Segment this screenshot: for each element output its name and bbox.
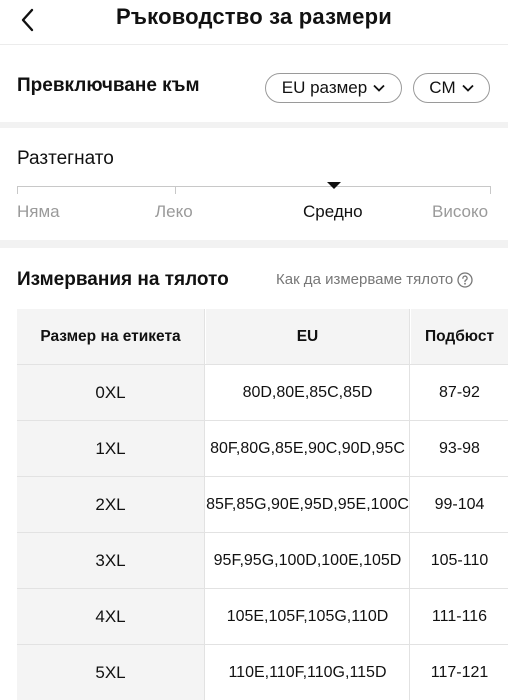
unit-value: CM bbox=[429, 78, 456, 97]
header-eu: EU bbox=[206, 309, 410, 364]
cell-label-size: 3XL bbox=[17, 533, 205, 588]
cell-eu: 105E,105F,105G,110D bbox=[206, 589, 410, 644]
stretch-option-high[interactable]: Високо bbox=[432, 202, 488, 222]
stretch-scale-line bbox=[17, 186, 491, 187]
table-header-row: Размер на етикета EU Подбюст bbox=[17, 309, 508, 364]
cell-underbust: 87-92 bbox=[439, 383, 480, 401]
how-to-measure-label: Как да измерваме тялото bbox=[276, 271, 454, 288]
stretch-title: Разтегнато bbox=[17, 148, 114, 169]
table-row: 1XL 80F,80G,85E,90C,90D,95C 93-98 bbox=[17, 421, 508, 476]
stretch-option-light[interactable]: Леко bbox=[155, 202, 193, 222]
unit-dropdown[interactable]: CM bbox=[413, 73, 490, 103]
cell-underbust: 93-98 bbox=[439, 439, 480, 457]
switch-label: Превключване към bbox=[17, 75, 200, 96]
cell-label-size: 4XL bbox=[17, 589, 205, 644]
cell-label-size: 1XL bbox=[17, 421, 205, 476]
size-system-value: EU размер bbox=[281, 78, 368, 97]
size-table: Размер на етикета EU Подбюст 0XL 80D,80E… bbox=[17, 309, 508, 700]
chevron-down-icon bbox=[373, 84, 385, 92]
header-bar: Ръководство за размери bbox=[0, 0, 508, 44]
measurements-section: Измервания на тялото Как да измерваме тя… bbox=[0, 248, 508, 308]
cell-eu: 80F,80G,85E,90C,90D,95C bbox=[206, 421, 410, 476]
cell-eu: 110E,110F,110G,115D bbox=[206, 645, 410, 700]
cell-label-size: 5XL bbox=[17, 645, 205, 700]
size-switch-section: Превключване към EU размер CM bbox=[0, 44, 508, 123]
table-row: 4XL 105E,105F,105G,110D 111-116 bbox=[17, 589, 508, 644]
cell-underbust: 105-110 bbox=[430, 551, 489, 569]
stretch-option-none[interactable]: Няма bbox=[17, 202, 60, 222]
stretch-section: Разтегнато Няма Леко Средно Високо bbox=[0, 128, 508, 240]
table-row: 3XL 95F,95G,100D,100E,105D 105-110 bbox=[17, 533, 508, 588]
question-circle-icon bbox=[457, 271, 473, 288]
table-row: 2XL 85F,85G,90E,95D,95E,100C 99-104 bbox=[17, 477, 508, 532]
table-row: 5XL 110E,110F,110G,115D 117-121 bbox=[17, 645, 508, 700]
cell-underbust: 117-121 bbox=[430, 663, 489, 681]
chevron-down-icon bbox=[462, 84, 474, 92]
measurements-title: Измервания на тялото bbox=[17, 269, 229, 290]
cell-eu: 80D,80E,85C,85D bbox=[206, 365, 410, 420]
scale-tick bbox=[175, 186, 176, 194]
stretch-marker-icon bbox=[327, 182, 341, 189]
cell-eu: 85F,85G,90E,95D,95E,100C bbox=[206, 477, 410, 532]
cell-label-size: 0XL bbox=[17, 365, 205, 420]
stretch-option-medium[interactable]: Средно bbox=[303, 202, 363, 222]
size-system-dropdown[interactable]: EU размер bbox=[265, 73, 402, 103]
how-to-measure-link[interactable]: Как да измерваме тялото bbox=[276, 271, 473, 288]
cell-eu: 95F,95G,100D,100E,105D bbox=[206, 533, 410, 588]
table-row: 0XL 80D,80E,85C,85D 87-92 bbox=[17, 365, 508, 420]
cell-label-size: 2XL bbox=[17, 477, 205, 532]
section-divider bbox=[0, 240, 508, 248]
page-title: Ръководство за размери bbox=[116, 4, 392, 29]
scale-tick bbox=[17, 186, 18, 194]
cell-underbust: 99-104 bbox=[434, 495, 485, 513]
cell-underbust: 111-116 bbox=[431, 607, 488, 625]
header-underbust: Подбюст bbox=[411, 309, 508, 364]
scale-tick bbox=[490, 186, 491, 194]
header-label-size: Размер на етикета bbox=[17, 309, 205, 364]
